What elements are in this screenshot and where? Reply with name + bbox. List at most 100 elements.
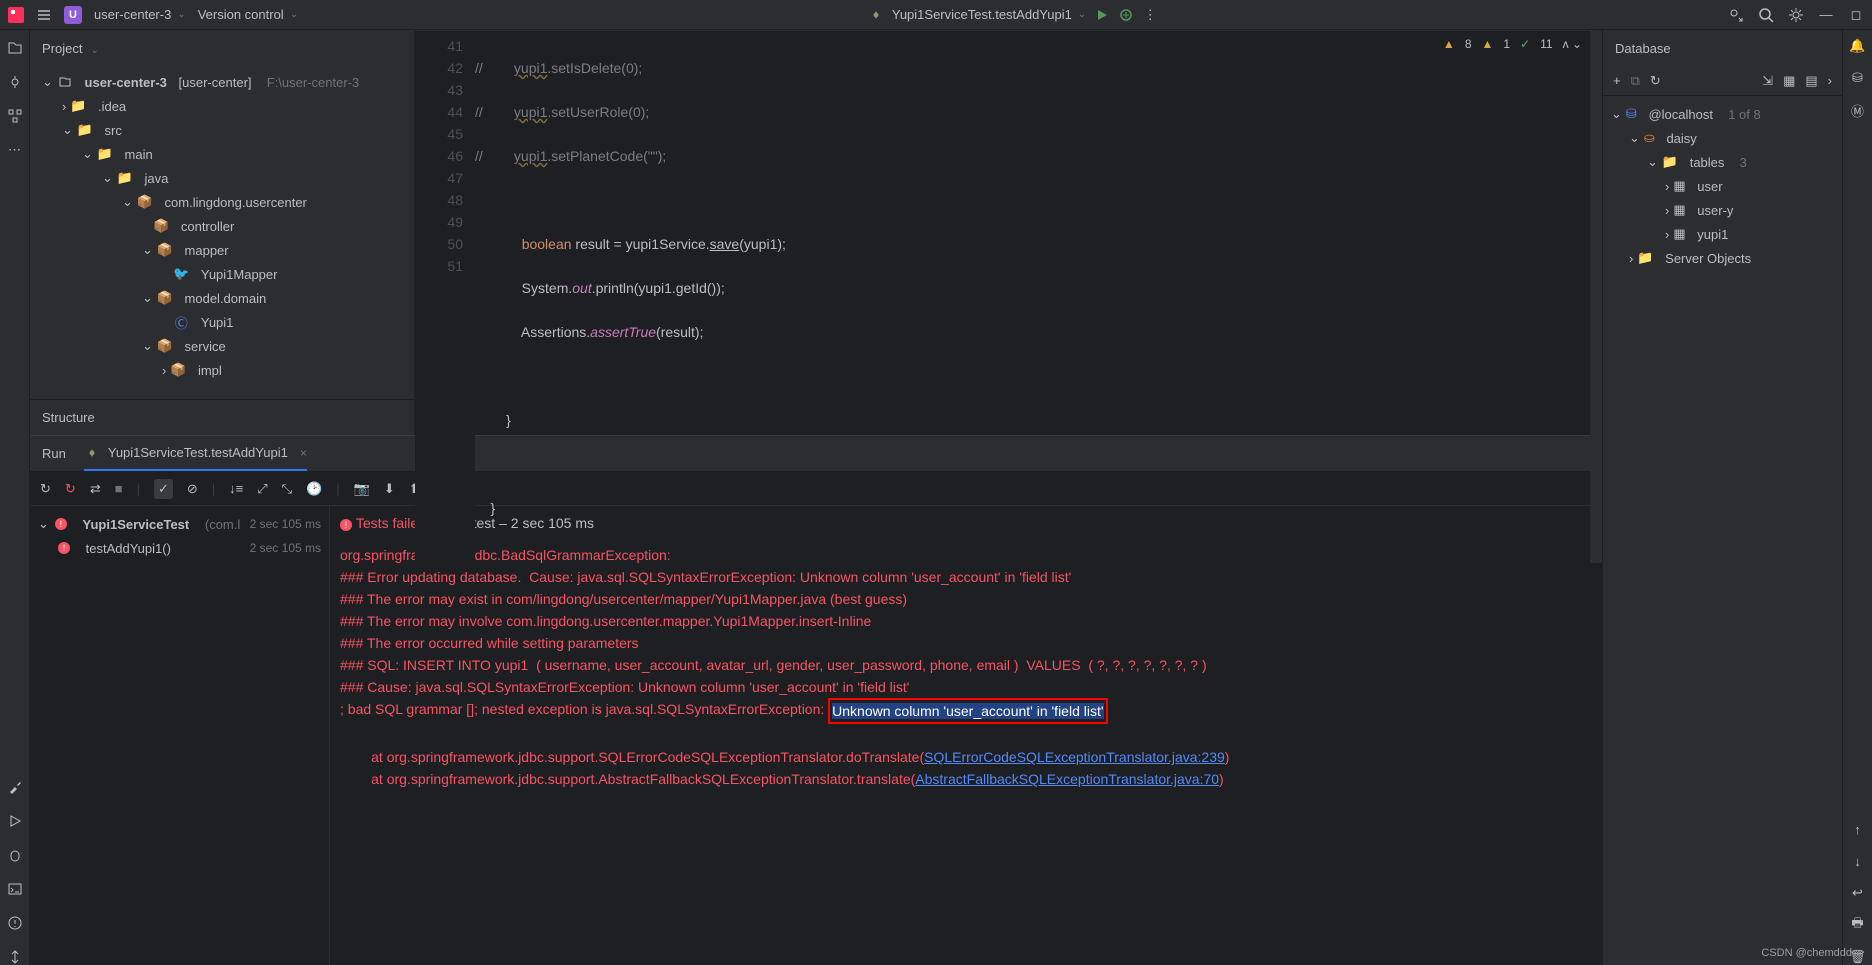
problems-tool-icon[interactable] xyxy=(7,915,23,931)
show-ignored-icon[interactable]: ⊘ xyxy=(187,481,198,497)
rerun-failed-icon[interactable]: ↻ xyxy=(65,481,76,497)
db-table[interactable]: › ▦ user-y xyxy=(1603,198,1842,222)
history-icon[interactable]: 🕑 xyxy=(306,481,322,497)
duplicate-icon[interactable]: ⧉ xyxy=(1631,73,1640,89)
console-output[interactable]: ! Tests failed: 1 of 1 test – 2 sec 105 … xyxy=(330,506,1602,965)
import-icon[interactable]: ⬇ xyxy=(384,481,395,497)
db-schema[interactable]: ⌄ ⛀ daisy xyxy=(1603,126,1842,150)
database-tree[interactable]: ⌄ ⛁ @localhost 1 of 8 ⌄ ⛀ daisy ⌄ 📁 tabl… xyxy=(1603,96,1842,276)
test-class-row[interactable]: ⌄ ! Yupi1ServiceTest (com.l2 sec 105 ms xyxy=(30,512,329,536)
tree-item[interactable]: ⌄ 📁 src xyxy=(30,118,414,142)
jump-icon[interactable]: ⇲ xyxy=(1762,73,1773,89)
print-icon[interactable]: 🖶 xyxy=(1850,917,1866,933)
tree-item[interactable]: 📦 controller xyxy=(30,214,414,238)
project-panel: Project ⌄ user-center-3 [user-center] F:… xyxy=(30,30,415,435)
toggle-icon[interactable]: ⇄ xyxy=(90,481,101,497)
db-server-objects[interactable]: › 📁 Server Objects xyxy=(1603,246,1842,270)
titlebar: U user-center-3 Version control Yupi1Ser… xyxy=(0,0,1872,30)
tree-item[interactable]: 🐦 Yupi1Mapper xyxy=(30,262,414,286)
tree-item[interactable]: ⌄ 📦 service xyxy=(30,334,414,358)
db-table[interactable]: › ▦ user xyxy=(1603,174,1842,198)
editor-area: tionTests.java ⒸYupi1.java 🐦Yupi1Mapper.… xyxy=(415,30,1602,435)
show-passed-icon[interactable]: ✓ xyxy=(154,479,173,499)
db-table[interactable]: › ▦ yupi1 xyxy=(1603,222,1842,246)
rerun-icon[interactable]: ↻ xyxy=(40,481,51,497)
debug-tool-icon[interactable] xyxy=(7,847,23,863)
minimap[interactable] xyxy=(1590,31,1602,563)
run-tab[interactable]: Yupi1ServiceTest.testAddYupi1 × xyxy=(84,436,307,471)
table-icon[interactable]: ▤ xyxy=(1805,73,1817,89)
build-tool-icon[interactable] xyxy=(7,779,23,795)
more-button[interactable]: ⋮ xyxy=(1142,7,1158,23)
tree-item[interactable]: ⌄ 📦 mapper xyxy=(30,238,414,262)
project-tree[interactable]: ⌄ user-center-3 [user-center] F:\user-ce… xyxy=(30,66,414,399)
run-button[interactable] xyxy=(1094,7,1110,23)
scroll-down-icon[interactable]: ↓ xyxy=(1850,853,1866,869)
db-connection[interactable]: ⌄ ⛁ @localhost 1 of 8 xyxy=(1603,102,1842,126)
right-tool-rail: 🔔 ⛁ Ⓜ ↑ ↓ ↩ 🖶 🗑 xyxy=(1842,30,1872,965)
search-icon[interactable] xyxy=(1758,7,1774,23)
highlighted-error: Unknown column 'user_account' in 'field … xyxy=(828,698,1107,724)
app-icon xyxy=(8,7,24,23)
git-tool-icon[interactable] xyxy=(7,949,23,965)
tree-item[interactable]: › 📦 impl xyxy=(30,358,414,382)
notifications-icon[interactable]: 🔔 xyxy=(1850,38,1866,54)
camera-icon[interactable]: 📷 xyxy=(354,481,370,497)
left-tool-rail: ⋯ xyxy=(0,30,30,965)
database-panel-header[interactable]: Database xyxy=(1603,30,1842,66)
fail-icon: ! xyxy=(55,518,67,530)
run-config-dropdown[interactable]: Yupi1ServiceTest.testAddYupi1 xyxy=(892,7,1086,22)
run-tool-icon[interactable] xyxy=(7,813,23,829)
database-panel: Database + ⧉ ↻ ⇲ ▦ ▤ › ⌄ ⛁ @localhost 1 … xyxy=(1602,30,1842,965)
tree-root[interactable]: ⌄ user-center-3 [user-center] F:\user-ce… xyxy=(30,70,414,94)
expand-icon[interactable]: ⤢ xyxy=(257,481,267,497)
project-tool-icon[interactable] xyxy=(7,40,23,56)
vcs-dropdown[interactable]: Version control xyxy=(198,7,298,22)
test-method-row[interactable]: ! testAddYupi1()2 sec 105 ms xyxy=(30,536,329,560)
fail-icon: ! xyxy=(340,519,352,531)
add-datasource-icon[interactable]: + xyxy=(1613,73,1621,89)
fail-icon: ! xyxy=(58,542,70,554)
code-editor[interactable]: // yupi1.setIsDelete(0); // yupi1.setUse… xyxy=(475,31,1590,563)
database-icon[interactable]: ⛁ xyxy=(1850,70,1866,86)
stop-icon[interactable]: ■ xyxy=(115,481,123,496)
more-tools-icon[interactable]: ⋯ xyxy=(7,142,23,158)
refresh-icon[interactable]: ↻ xyxy=(1650,73,1661,89)
inspections-widget[interactable]: ▲8 ▲1 ✓11 ʌ ⌄ xyxy=(1443,37,1582,51)
sort-icon[interactable]: ↓≡ xyxy=(229,481,243,496)
stack-link[interactable]: AbstractFallbackSQLExceptionTranslator.j… xyxy=(915,771,1219,787)
maven-icon[interactable]: Ⓜ xyxy=(1850,102,1866,118)
commit-tool-icon[interactable] xyxy=(7,74,23,90)
collapse-icon[interactable]: ⤡ xyxy=(282,481,292,497)
menu-icon[interactable] xyxy=(36,7,52,23)
settings-icon[interactable] xyxy=(1788,7,1804,23)
stack-link[interactable]: SQLErrorCodeSQLExceptionTranslator.java:… xyxy=(924,749,1225,765)
soft-wrap-icon[interactable]: ↩ xyxy=(1850,885,1866,901)
watermark: CSDN @chemddd xyxy=(1761,947,1852,959)
tree-item[interactable]: ⌄ 📦 model.domain xyxy=(30,286,414,310)
project-dropdown[interactable]: user-center-3 xyxy=(94,7,186,22)
code-with-me-icon[interactable] xyxy=(1728,7,1744,23)
run-config-icon xyxy=(868,7,884,23)
db-tables-group[interactable]: ⌄ 📁 tables 3 xyxy=(1603,150,1842,174)
terminal-tool-icon[interactable] xyxy=(7,881,23,897)
project-badge: U xyxy=(64,6,82,24)
expand-icon[interactable]: › xyxy=(1828,73,1832,89)
diagram-icon[interactable]: ▦ xyxy=(1783,73,1795,89)
structure-tool-icon[interactable] xyxy=(7,108,23,124)
structure-panel-header[interactable]: Structure xyxy=(30,399,414,435)
maximize-icon[interactable]: ◻ xyxy=(1848,7,1864,23)
scroll-up-icon[interactable]: ↑ xyxy=(1850,821,1866,837)
test-tree[interactable]: ⌄ ! Yupi1ServiceTest (com.l2 sec 105 ms … xyxy=(30,506,330,965)
project-panel-header[interactable]: Project xyxy=(30,30,414,66)
tree-item[interactable]: › 📁 .idea xyxy=(30,94,414,118)
tree-item[interactable]: ⌄ 📁 java xyxy=(30,166,414,190)
database-toolbar: + ⧉ ↻ ⇲ ▦ ▤ › xyxy=(1603,66,1842,96)
tree-item[interactable]: ⌄ 📁 main xyxy=(30,142,414,166)
minimize-icon[interactable]: — xyxy=(1818,7,1834,23)
debug-button[interactable] xyxy=(1118,7,1134,23)
editor-gutter: 4142434445464748495051 xyxy=(415,31,475,563)
close-icon[interactable]: × xyxy=(300,446,307,460)
tree-item[interactable]: Ⓒ Yupi1 xyxy=(30,310,414,334)
tree-item[interactable]: ⌄ 📦 com.lingdong.usercenter xyxy=(30,190,414,214)
